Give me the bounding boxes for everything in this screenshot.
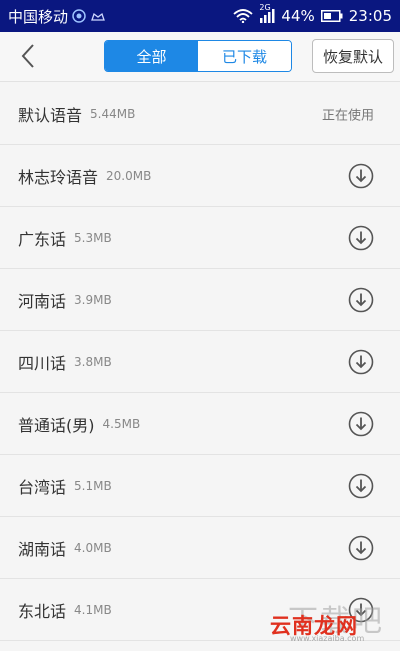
watermark: 下载吧 云南龙网 www.xiazaiba.com: [270, 596, 396, 648]
top-bar: 全部 已下载 恢复默认: [0, 32, 400, 82]
clock: 23:05: [348, 7, 392, 25]
download-icon[interactable]: [348, 225, 374, 251]
filter-segmented-control: 全部 已下载: [104, 40, 292, 72]
voice-size: 4.1MB: [74, 602, 112, 617]
voice-name: 台湾话: [18, 477, 67, 497]
list-item[interactable]: 四川话 3.8MB: [0, 331, 400, 393]
voice-size: 20.0MB: [106, 168, 152, 183]
download-icon[interactable]: [348, 163, 374, 189]
voice-size: 3.9MB: [74, 292, 112, 307]
voice-name: 普通话(男): [18, 415, 95, 435]
tab-all[interactable]: 全部: [105, 41, 198, 71]
list-item[interactable]: 林志玲语音 20.0MB: [0, 145, 400, 207]
list-item[interactable]: 默认语音 5.44MB 正在使用: [0, 83, 400, 145]
battery-percent: 44%: [281, 7, 315, 25]
download-icon[interactable]: [348, 411, 374, 437]
voice-size: 3.8MB: [74, 354, 112, 369]
voice-name: 东北话: [18, 601, 67, 621]
download-icon[interactable]: [348, 535, 374, 561]
watermark-url: www.xiazaiba.com: [290, 634, 365, 643]
voice-size: 4.0MB: [74, 540, 112, 555]
voice-name: 湖南话: [18, 539, 67, 559]
voice-name: 四川话: [18, 353, 67, 373]
list-item[interactable]: 台湾话 5.1MB: [0, 455, 400, 517]
voice-name: 林志玲语音: [18, 167, 99, 187]
list-item[interactable]: 湖南话 4.0MB: [0, 517, 400, 579]
smile-icon: [72, 9, 86, 23]
download-icon[interactable]: [348, 287, 374, 313]
cloud-icon: [90, 10, 106, 22]
status-bar: 中国移动 2G 44% 23:05: [0, 0, 400, 32]
signal-icon: 2G: [259, 3, 275, 23]
voice-name: 河南话: [18, 291, 67, 311]
voice-size: 5.3MB: [74, 230, 112, 245]
carrier-name: 中国移动: [8, 7, 69, 26]
voice-size: 5.1MB: [74, 478, 112, 493]
voice-list: 默认语音 5.44MB 正在使用 林志玲语音 20.0MB 广东话 5.3MB …: [0, 83, 400, 641]
list-item[interactable]: 广东话 5.3MB: [0, 207, 400, 269]
restore-default-button[interactable]: 恢复默认: [312, 39, 394, 73]
download-icon[interactable]: [348, 349, 374, 375]
wifi-icon: [233, 9, 254, 23]
download-icon[interactable]: [348, 473, 374, 499]
list-item[interactable]: 普通话(男) 4.5MB: [0, 393, 400, 455]
voice-name: 广东话: [18, 229, 67, 249]
network-type: 2G: [259, 3, 271, 12]
battery-icon: [320, 10, 343, 22]
in-use-label: 正在使用: [321, 108, 374, 123]
voice-name: 默认语音: [18, 105, 83, 125]
voice-size: 4.5MB: [102, 416, 141, 431]
chevron-left-icon: [21, 44, 34, 68]
back-button[interactable]: [12, 40, 44, 72]
voice-size: 5.44MB: [90, 106, 136, 121]
list-item[interactable]: 河南话 3.9MB: [0, 269, 400, 331]
tab-downloaded[interactable]: 已下载: [198, 41, 291, 71]
